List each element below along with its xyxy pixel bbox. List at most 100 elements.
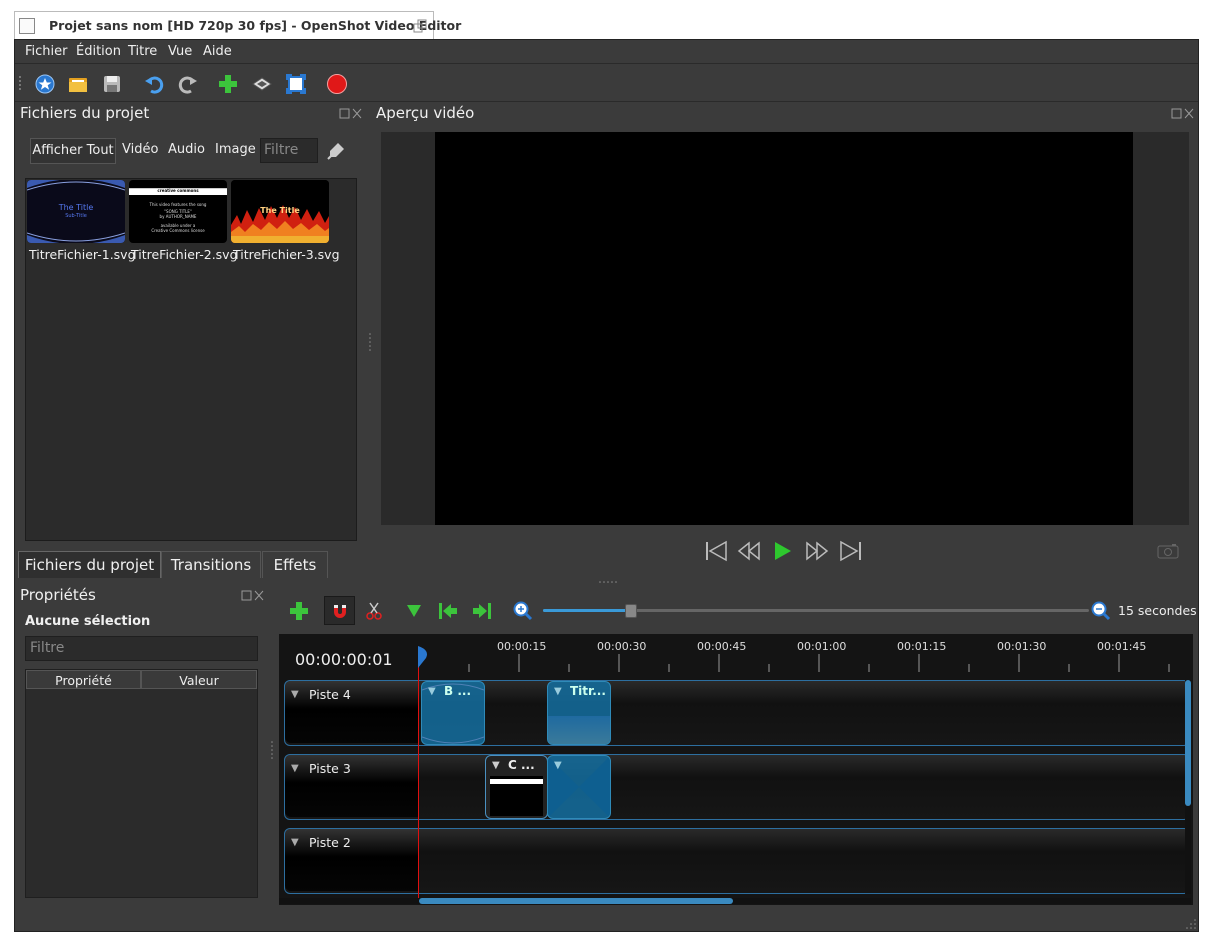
dock-float-close-icon[interactable] [241,590,265,602]
clear-filter-icon[interactable] [326,141,346,161]
column-header-value[interactable]: Valeur [141,670,257,689]
choose-profile-icon[interactable] [251,73,273,95]
track-header [285,829,419,891]
clip-title: C ... [508,758,535,772]
fast-forward-icon[interactable] [805,540,829,562]
filter-image-button[interactable]: Image [215,138,256,162]
properties-table[interactable]: Propriété Valeur [25,669,258,898]
magnet-icon [334,605,346,618]
jump-to-start-icon[interactable] [704,540,728,562]
menu-bar: Fichier Édition Titre Vue Aide [15,40,1198,64]
file-name-2[interactable]: TitreFichier-2.svg [131,247,238,262]
splitter-handle-icon[interactable] [368,332,372,352]
file-name-3[interactable]: TitreFichier-3.svg [233,247,340,262]
clip-menu-icon[interactable]: ▼ [554,760,562,771]
track-menu-icon[interactable]: ▼ [291,689,299,700]
razor-icon[interactable] [365,601,383,621]
project-files-filter-input[interactable]: Filtre [260,138,318,163]
jump-to-end-icon[interactable] [839,540,863,562]
fullscreen-icon[interactable] [285,73,307,95]
track-name: Piste 2 [309,835,351,850]
project-files-title: Fichiers du projet [20,104,150,122]
scrollbar-thumb[interactable] [419,898,733,904]
clip-title-2[interactable]: ▼ C ... [485,755,548,819]
new-project-icon[interactable] [34,73,56,95]
snapshot-camera-icon[interactable] [1157,543,1179,559]
rewind-icon[interactable] [737,540,761,562]
clip-menu-icon[interactable]: ▼ [554,686,562,697]
undo-icon[interactable] [143,73,165,95]
splitter-handle-icon[interactable] [270,740,274,760]
scrollbar-thumb[interactable] [1185,680,1191,806]
filter-video-button[interactable]: Vidéo [122,138,158,162]
menu-edition[interactable]: Édition [76,44,121,59]
export-video-icon[interactable] [326,73,348,95]
zoom-in-icon[interactable] [513,601,533,621]
timeline-ruler[interactable]: 00:00:15 00:00:30 00:00:45 00:01:00 00:0… [419,634,1191,676]
track-header [285,681,419,743]
menu-aide[interactable]: Aide [203,44,232,59]
properties-title: Propriétés [20,586,96,604]
next-marker-icon[interactable] [471,600,493,622]
import-files-icon[interactable] [217,73,239,95]
clip-thumbnail [490,776,543,816]
tab-transitions[interactable]: Transitions [161,551,261,578]
resize-grip-icon[interactable] [1185,918,1197,930]
ruler-ticks [468,654,1170,672]
restore-window-icon[interactable] [413,19,427,33]
menu-titre[interactable]: Titre [128,44,157,59]
transition-clip[interactable]: ▼ [547,755,611,819]
thumb-line: by AUTHOR_NAME [159,214,197,219]
track-menu-icon[interactable]: ▼ [291,837,299,848]
track-piste-2[interactable]: ▼ Piste 2 [284,828,1190,894]
timeline-horizontal-scrollbar[interactable] [279,898,1191,904]
main-window: Fichier Édition Titre Vue Aide Fichiers … [14,39,1199,932]
zoom-slider[interactable] [543,604,1089,618]
clip-title-1[interactable]: ▼ B ... [421,681,485,745]
file-name-1[interactable]: TitreFichier-1.svg [29,247,136,262]
clip-title-3[interactable]: ▼ Titr... [547,681,611,745]
file-thumbnail-1[interactable]: The Title Sub-Title [27,180,125,243]
timeline[interactable]: 00:00:00:01 00:00:15 00:00:30 00:00:45 0… [279,634,1193,905]
clip-menu-icon[interactable]: ▼ [492,760,500,771]
zoom-slider-handle[interactable] [625,604,638,618]
window-menu-icon[interactable] [19,18,35,34]
toolbar-grip-icon[interactable] [18,73,24,95]
filter-audio-button[interactable]: Audio [168,138,205,162]
previous-marker-icon[interactable] [437,600,459,622]
filter-show-all-button[interactable]: Afficher Tout [30,138,116,164]
track-name: Piste 3 [309,761,351,776]
column-header-property[interactable]: Propriété [26,670,141,689]
splitter-handle-icon[interactable] [598,580,618,584]
menu-fichier[interactable]: Fichier [25,44,68,59]
video-preview-area[interactable] [381,132,1189,525]
tab-effects[interactable]: Effets [262,551,328,578]
dock-float-close-icon[interactable] [1171,108,1195,120]
dock-float-close-icon[interactable] [339,108,363,120]
save-project-icon[interactable] [101,73,123,95]
properties-filter-input[interactable]: Filtre [25,636,258,661]
add-marker-icon[interactable] [405,602,423,620]
track-piste-4[interactable]: ▼ Piste 4 ▼ B ... ▼ Titr... [284,680,1190,746]
menu-vue[interactable]: Vue [168,44,192,59]
track-piste-3[interactable]: ▼ Piste 3 ▼ C ... ▼ [284,754,1190,820]
thumb-title-text: The Title [58,203,94,212]
playhead-handle-icon[interactable] [418,646,430,668]
video-frame [435,132,1133,525]
open-project-icon[interactable] [67,73,89,95]
project-files-list: The Title Sub-Title creative commons Thi… [25,178,357,541]
play-icon[interactable] [771,540,795,562]
file-thumbnail-2[interactable]: creative commons This video features the… [129,180,227,243]
clip-menu-icon[interactable]: ▼ [428,686,436,697]
file-thumbnail-3[interactable]: The Title [231,180,329,243]
zoom-out-icon[interactable] [1091,601,1111,621]
snapping-toggle[interactable] [324,596,355,625]
timeline-vertical-scrollbar[interactable] [1185,680,1191,894]
redo-icon[interactable] [177,73,199,95]
add-track-icon[interactable] [288,600,310,622]
thumb-line: Creative Commons license [151,228,205,233]
track-menu-icon[interactable]: ▼ [291,763,299,774]
tab-project-files[interactable]: Fichiers du projet [18,551,161,578]
selection-label: Aucune sélection [25,614,151,629]
thumb-cc-text: creative commons [157,188,199,193]
